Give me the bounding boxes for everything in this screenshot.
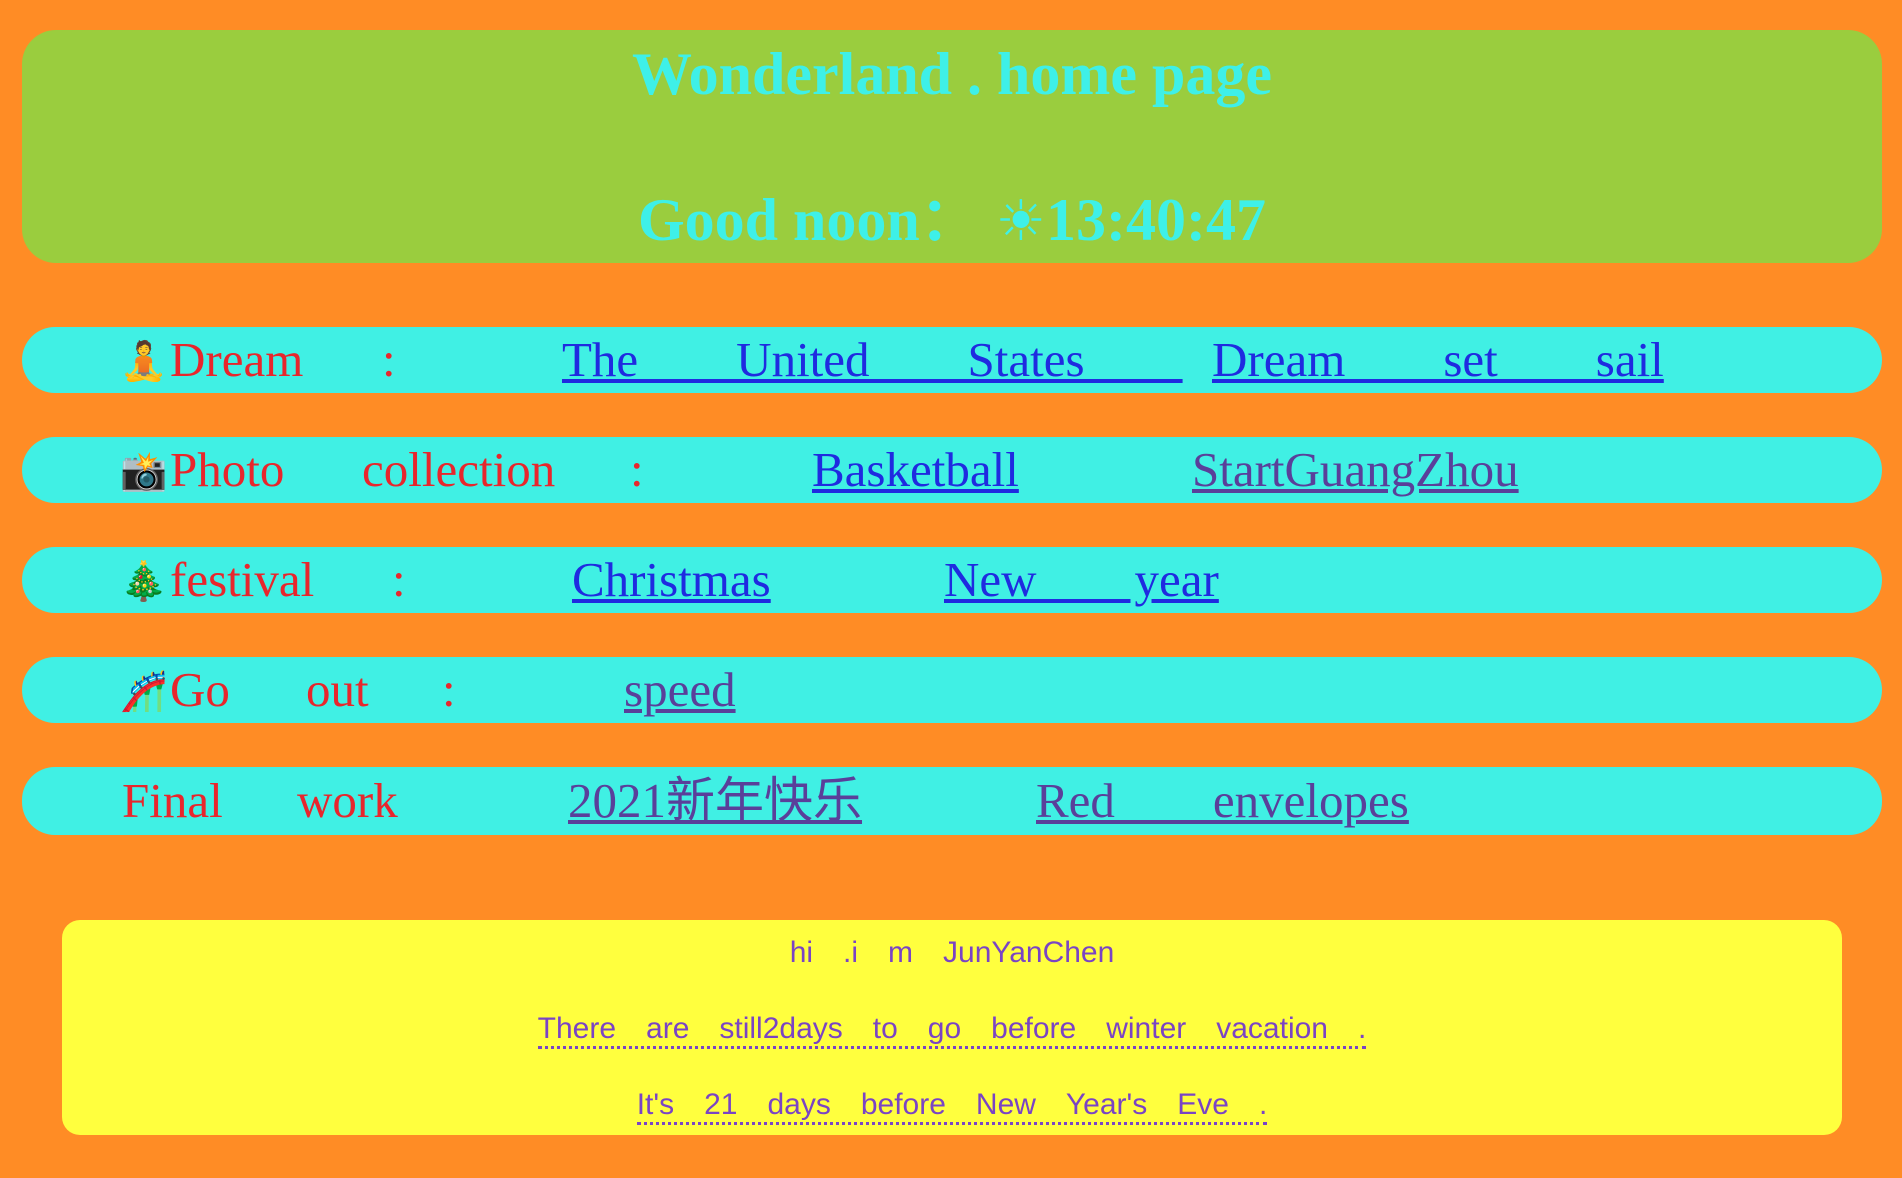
meditating-person-icon: 🧘 bbox=[120, 339, 168, 383]
link-basketball[interactable]: Basketball bbox=[812, 437, 1019, 503]
row-label-colon: : bbox=[442, 662, 456, 717]
row-label-photo: Photo bbox=[170, 442, 285, 497]
row-final-work: Final work 2021新年快乐 Red envelopes bbox=[22, 767, 1882, 835]
intro-text: hi .i m JunYanChen bbox=[789, 936, 1115, 969]
link-united-states[interactable]: The United States bbox=[562, 327, 1183, 393]
row-label-dream: Dream bbox=[170, 332, 304, 387]
info-panel: hi .i m JunYanChen There are still2days … bbox=[62, 920, 1842, 1135]
greeting-clock: Good noon： ☀13:40:47 bbox=[22, 182, 1882, 260]
link-2021-new-year[interactable]: 2021新年快乐 bbox=[568, 767, 862, 835]
row-label-collection: collection bbox=[362, 442, 556, 497]
row-dream: 🧘 Dream : The United States Dream set sa… bbox=[22, 327, 1882, 393]
page-title: Wonderland . home page bbox=[631, 41, 1273, 107]
row-label-colon: : bbox=[392, 552, 406, 607]
sun-icon: ☀ bbox=[995, 189, 1046, 254]
row-label-final: Final bbox=[122, 773, 223, 828]
row-photo-collection: 📸 Photo collection : Basketball StartGua… bbox=[22, 437, 1882, 503]
roller-coaster-icon: 🎢 bbox=[120, 669, 168, 713]
row-go-out: 🎢 Go out : speed bbox=[22, 657, 1882, 723]
link-speed[interactable]: speed bbox=[624, 657, 736, 723]
clock-time: 13:40:47 bbox=[1046, 187, 1266, 253]
camera-flash-icon: 📸 bbox=[120, 449, 168, 493]
greeting-text: Good noon： bbox=[638, 187, 980, 253]
link-christmas[interactable]: Christmas bbox=[572, 547, 771, 613]
new-year-countdown: It's 21 days before New Year's Eve . bbox=[636, 1088, 1268, 1125]
link-red-envelopes[interactable]: Red envelopes bbox=[1036, 767, 1409, 835]
row-label-colon: : bbox=[630, 442, 644, 497]
link-start-guangzhou[interactable]: StartGuangZhou bbox=[1192, 437, 1519, 503]
header-banner: Wonderland . home page Good noon： ☀13:40:… bbox=[22, 30, 1882, 263]
row-festival: 🎄 festival : Christmas New year bbox=[22, 547, 1882, 613]
christmas-tree-icon: 🎄 bbox=[120, 559, 168, 603]
row-label-out: out bbox=[306, 662, 369, 717]
link-new-year[interactable]: New year bbox=[944, 547, 1219, 613]
row-label-go: Go bbox=[170, 662, 230, 717]
link-dream-set-sail[interactable]: Dream set sail bbox=[1212, 327, 1664, 393]
row-label-colon: : bbox=[382, 332, 396, 387]
winter-vacation-countdown: There are still2days to go before winter… bbox=[537, 1012, 1367, 1049]
row-label-work: work bbox=[297, 773, 398, 828]
row-label-festival: festival bbox=[170, 552, 315, 607]
